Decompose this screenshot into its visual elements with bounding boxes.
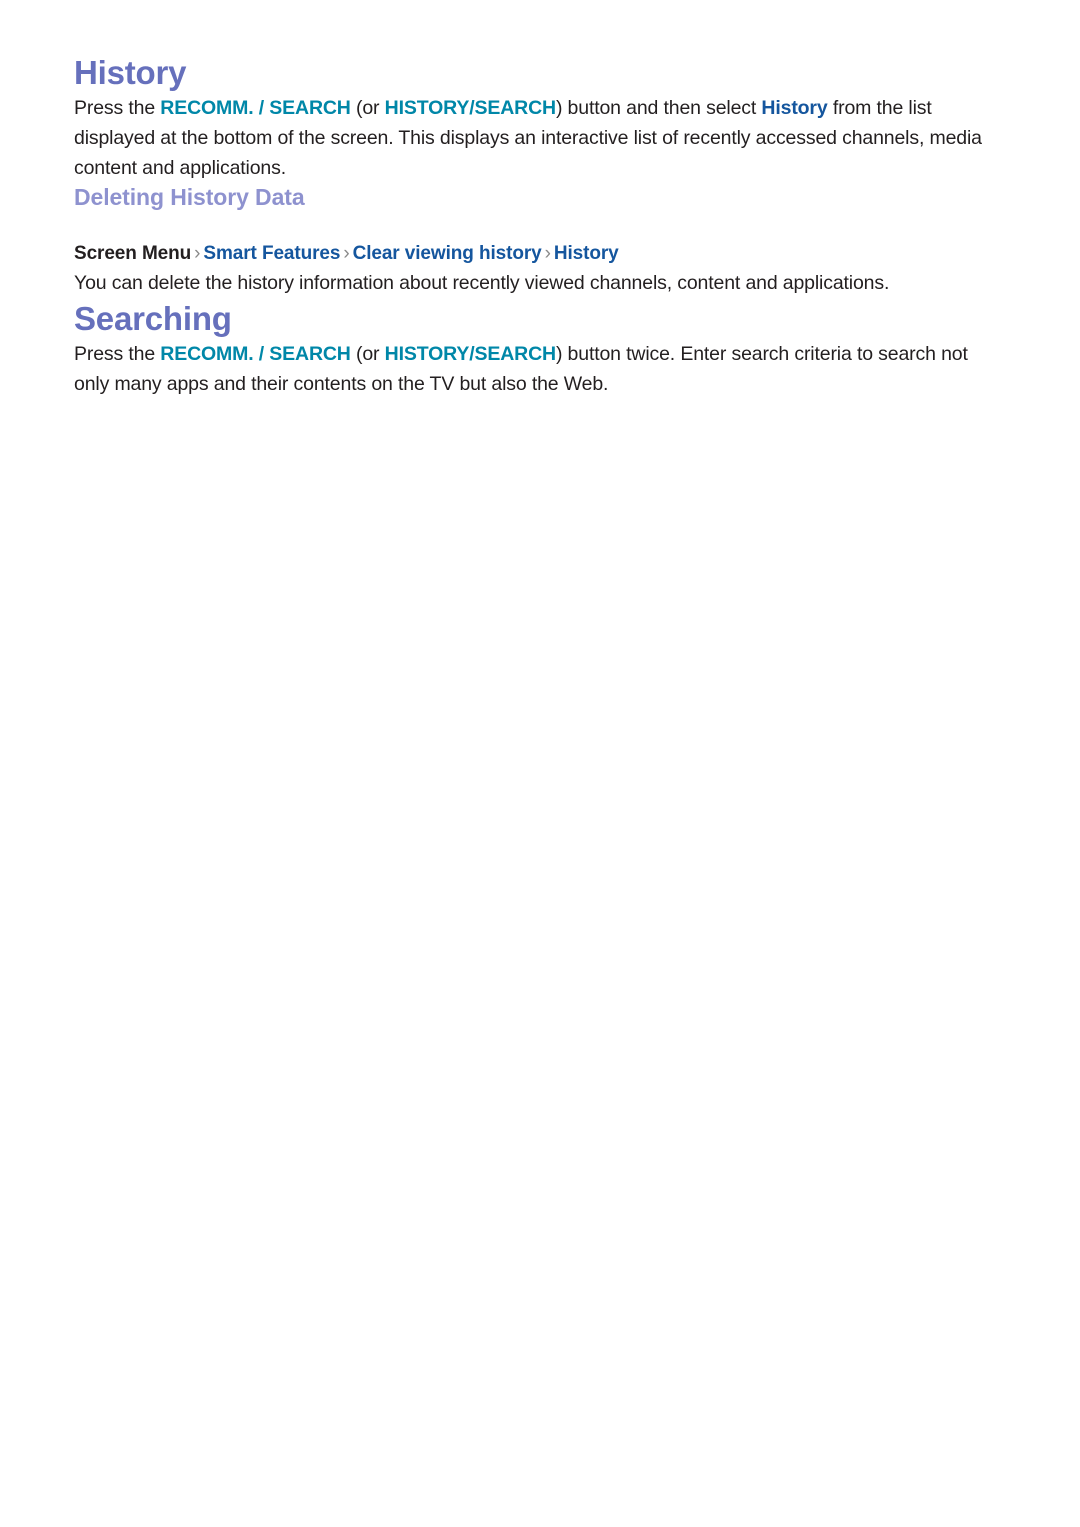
text-fragment: (or: [350, 97, 385, 120]
button-name-recomm-search: RECOMM. / SEARCH: [160, 343, 351, 366]
breadcrumb-root: Screen Menu: [74, 243, 192, 265]
page-content: History Press the RECOMM. / SEARCH (or H…: [74, 52, 994, 399]
chevron-right-icon: ›: [343, 243, 350, 265]
breadcrumb-item-smart-features[interactable]: Smart Features: [203, 243, 340, 264]
chevron-right-icon: ›: [194, 243, 201, 265]
menu-reference-history: History: [761, 97, 828, 120]
text-fragment: (or: [350, 343, 385, 366]
page-title-searching: Searching: [74, 300, 232, 338]
subsection-title-deleting-history-data: Deleting History Data: [74, 184, 305, 211]
breadcrumb-item-history[interactable]: History: [554, 243, 619, 264]
button-name-history-search: HISTORY/SEARCH: [384, 343, 556, 366]
manual-page: History Press the RECOMM. / SEARCH (or H…: [0, 0, 1080, 1527]
breadcrumb: Screen Menu › Smart Features › Clear viewing…: [74, 240, 994, 268]
breadcrumb-item-clear-viewing-history[interactable]: Clear viewing history: [353, 243, 542, 264]
text-fragment: ) button and then select: [555, 97, 762, 120]
paragraph-deleting-history: You can delete the history information a…: [74, 272, 890, 295]
text-fragment: Press the: [74, 97, 161, 120]
text-fragment: Press the: [74, 343, 161, 366]
button-name-recomm-search: RECOMM. / SEARCH: [160, 97, 351, 120]
button-name-history-search: HISTORY/SEARCH: [384, 97, 556, 120]
paragraph-history-intro: Press the RECOMM. / SEARCH (or HISTORY/S…: [74, 93, 994, 183]
paragraph-searching-intro: Press the RECOMM. / SEARCH (or HISTORY/S…: [74, 339, 994, 399]
chevron-right-icon: ›: [544, 243, 551, 265]
page-title-history: History: [74, 54, 187, 91]
